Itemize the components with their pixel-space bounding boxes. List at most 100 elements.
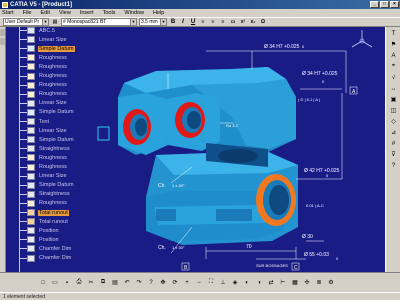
swap-space-icon[interactable]: ⇄ (266, 278, 276, 288)
dim-ra[interactable]: Ra 3.2 (226, 123, 239, 128)
tree-item[interactable]: Total runout (19, 217, 69, 226)
tree-item[interactable]: Linear Size (19, 172, 68, 181)
dim-ch2-label[interactable]: Ch. (158, 245, 166, 251)
dimension-tool-icon[interactable]: ↔ (388, 84, 399, 93)
menu-tools[interactable]: Tools (103, 10, 116, 16)
grid-tool-icon[interactable]: # (388, 139, 399, 148)
measure-icon[interactable]: ⊢ (278, 278, 288, 288)
properties-icon[interactable]: ▤ (51, 18, 59, 26)
tree-item[interactable]: Total runout (19, 208, 69, 217)
copy-icon[interactable]: ⧉ (98, 278, 108, 288)
print-icon[interactable]: ⎙ (74, 278, 84, 288)
menu-start[interactable]: Start (2, 10, 14, 16)
tree-item[interactable]: Chamfer Dim (19, 244, 72, 253)
normal-view-icon[interactable]: ⊥ (218, 278, 228, 288)
align-left-icon[interactable]: ≡ (199, 18, 207, 26)
dim-tol-frame[interactable]: | ⊙ | 0.1 | A | (298, 97, 320, 102)
roughness-tool-icon[interactable]: √ (388, 73, 399, 82)
tree-item[interactable]: Linear Size (19, 126, 68, 135)
underline-button[interactable]: U (189, 18, 197, 26)
datum-tool-icon[interactable]: A (388, 51, 399, 60)
tree-item[interactable]: Linear Size (19, 99, 68, 108)
tree-item[interactable]: Text (19, 117, 50, 126)
save-icon[interactable]: ▪ (62, 278, 72, 288)
tree-item[interactable]: Roughness (19, 72, 68, 81)
rotate-icon[interactable]: ⟳ (170, 278, 180, 288)
symbol-icon[interactable]: Ω (259, 18, 267, 26)
tree-item[interactable]: Simple Datum (19, 108, 75, 117)
dim-right-top-label[interactable]: Ø 34 H7 +0.025 (302, 71, 338, 77)
flag-note-icon[interactable]: ⚑ (388, 40, 399, 49)
menu-window[interactable]: Window (124, 10, 144, 16)
tree-item[interactable]: Simple Datum (19, 181, 75, 190)
bore-orange[interactable] (256, 174, 296, 226)
align-center-icon[interactable]: ≡ (209, 18, 217, 26)
zoom-out-icon[interactable]: − (194, 278, 204, 288)
compass-icon[interactable] (351, 30, 373, 48)
filter-tool-icon[interactable]: ⊽ (388, 150, 399, 159)
menu-edit[interactable]: Edit (41, 10, 50, 16)
tree-item[interactable]: Linear Size (19, 35, 68, 44)
dim-top-label[interactable]: Ø 34 H7 +0.025 (264, 44, 300, 50)
tree-item[interactable]: Position (19, 235, 60, 244)
dim-mid-right-label[interactable]: Ø 42 H7 +0.025 (304, 168, 340, 174)
new-icon[interactable]: □ (38, 278, 48, 288)
layer-icon[interactable]: ≣ (314, 278, 324, 288)
minimize-button[interactable]: _ (370, 1, 379, 8)
tree-item[interactable]: Straightness (19, 190, 71, 199)
views-tool-icon[interactable]: ▣ (388, 95, 399, 104)
dim-bottom-1[interactable]: Ø 30 (302, 234, 313, 240)
tool-grip-icon[interactable] (0, 29, 5, 36)
help-icon[interactable]: ? (146, 278, 156, 288)
tree-item[interactable]: Position (19, 226, 60, 235)
datum-c[interactable]: C (294, 265, 298, 271)
fit-all-icon[interactable]: ⛶ (206, 278, 216, 288)
open-icon[interactable]: ▭ (50, 278, 60, 288)
zoom-in-icon[interactable]: + (182, 278, 192, 288)
menu-insert[interactable]: Insert (80, 10, 94, 16)
tolerance-tool-icon[interactable]: ⌖ (388, 62, 399, 71)
menu-view[interactable]: View (59, 10, 71, 16)
menu-file[interactable]: File (23, 10, 32, 16)
section-tool-icon[interactable]: ⊿ (388, 128, 399, 137)
query-tool-icon[interactable]: ? (388, 161, 399, 170)
undo-icon[interactable]: ↶ (122, 278, 132, 288)
menu-help[interactable]: Help (153, 10, 164, 16)
bore-middle[interactable] (175, 102, 205, 138)
cut-icon[interactable]: ✂ (86, 278, 96, 288)
hide-show-icon[interactable]: ◑ (254, 278, 264, 288)
close-button[interactable]: × (390, 1, 399, 8)
tree-item[interactable]: Roughness (19, 163, 68, 172)
iso-view-icon[interactable]: ◈ (230, 278, 240, 288)
material-icon[interactable]: ▦ (290, 278, 300, 288)
properties-icon[interactable]: ⚙ (326, 278, 336, 288)
tree-item[interactable]: ABC.5 (19, 26, 56, 35)
italic-button[interactable]: I (179, 18, 187, 26)
tree-item[interactable]: Chamfer Dim (19, 254, 72, 263)
tree-item[interactable]: Simple Datum (19, 135, 75, 144)
tree-item[interactable]: Simple Datum (19, 44, 75, 53)
dim-70[interactable]: 70 (246, 244, 252, 250)
dim-bottom-label[interactable]: SUR BOSSAGES (256, 263, 288, 268)
tree-item[interactable]: Roughness (19, 90, 68, 99)
tree-item[interactable]: Roughness (19, 153, 68, 162)
plane-tool-icon[interactable]: ◇ (388, 117, 399, 126)
tree-item[interactable]: Straightness (19, 144, 71, 153)
tree-item[interactable]: Roughness (19, 81, 68, 90)
dim-bottom-2[interactable]: Ø 55 +0.03 (304, 252, 329, 258)
bore-left[interactable] (123, 109, 151, 145)
text-tool-icon[interactable]: T (388, 29, 399, 38)
subscript-icon[interactable]: x₂ (249, 18, 257, 26)
tree-item[interactable]: Roughness (19, 199, 68, 208)
view-style-combo[interactable]: User Default Pr ▼ (3, 18, 49, 26)
redo-icon[interactable]: ↷ (134, 278, 144, 288)
align-right-icon[interactable]: ≡ (219, 18, 227, 26)
tree-item[interactable]: Roughness (19, 62, 68, 71)
frame-icon[interactable]: ▭ (229, 18, 237, 26)
tree-item[interactable]: Roughness (19, 53, 68, 62)
compass-toggle-icon[interactable]: ✣ (302, 278, 312, 288)
maximize-button[interactable]: □ (380, 1, 389, 8)
capture-tool-icon[interactable]: ◫ (388, 106, 399, 115)
tool-grip-icon[interactable] (0, 38, 5, 45)
pan-icon[interactable]: ✥ (158, 278, 168, 288)
